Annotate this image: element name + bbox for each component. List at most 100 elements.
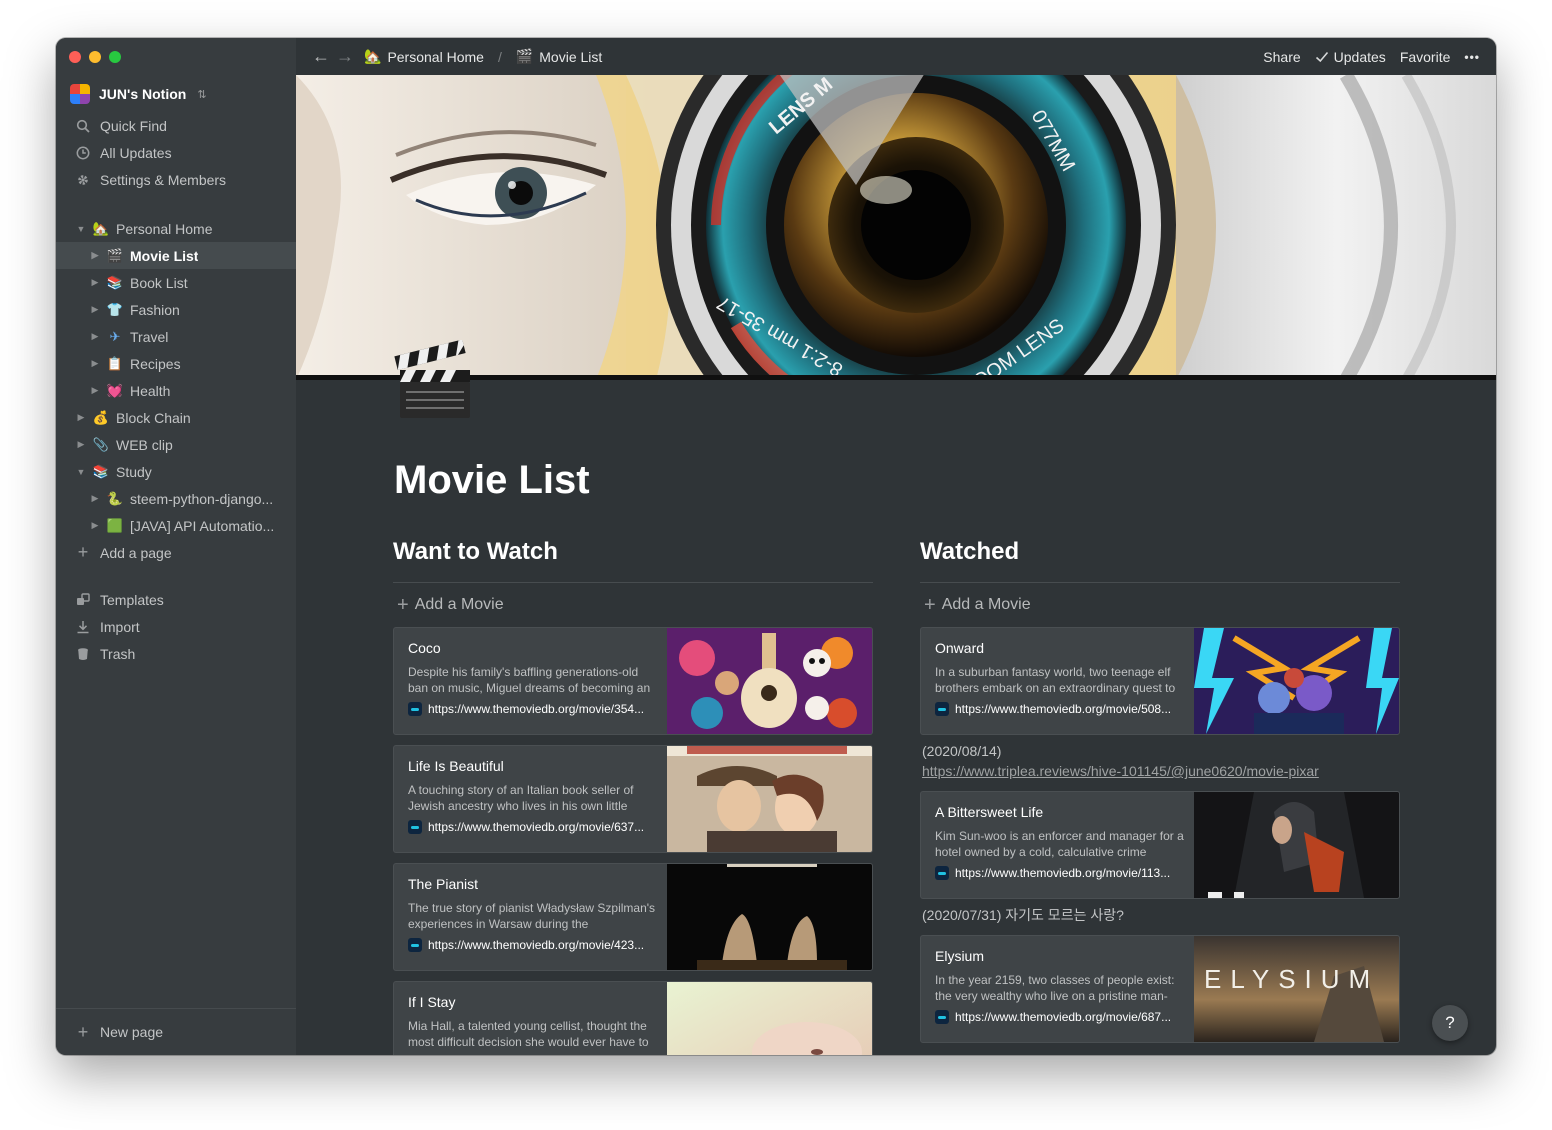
triangle-right-icon[interactable]: ▶ [88, 304, 102, 315]
workspace-icon [70, 84, 90, 104]
sidebar-item-java-api[interactable]: ▶ 🟩 [JAVA] API Automatio... [56, 512, 296, 539]
triangle-down-icon[interactable]: ▼ [74, 467, 88, 477]
share-button[interactable]: Share [1263, 49, 1300, 65]
breadcrumb-item-personal-home[interactable]: Personal Home [387, 49, 484, 65]
sidebar-item-steem-python[interactable]: ▶ 🐍 steem-python-django... [56, 485, 296, 512]
movie-link[interactable]: https://www.themoviedb.org/movie/687... [935, 1010, 1187, 1024]
coco-poster [667, 628, 872, 734]
sidebar-item-movie-list[interactable]: ▶ 🎬 Movie List [56, 242, 296, 269]
sidebar-item-recipes[interactable]: ▶ 📋 Recipes [56, 350, 296, 377]
paperclip-icon: 📎 [92, 436, 110, 452]
movie-description: Kim Sun-woo is an enforcer and manager f… [935, 829, 1184, 859]
sidebar-item-all-updates[interactable]: All Updates [56, 139, 296, 166]
triangle-right-icon[interactable]: ▶ [88, 520, 102, 531]
search-icon [74, 117, 92, 135]
more-options-button[interactable]: ••• [1464, 50, 1480, 64]
airplane-icon: ✈ [109, 328, 121, 344]
favorite-button[interactable]: Favorite [1400, 49, 1451, 65]
movie-card-coco[interactable]: Coco Despite his family's baffling gener… [393, 627, 873, 735]
breadcrumb-item-movie-list[interactable]: Movie List [539, 49, 602, 65]
money-bag-icon: 💰 [92, 409, 110, 425]
movie-description: In a suburban fantasy world, two teenage… [935, 665, 1176, 695]
movie-link[interactable]: https://www.themoviedb.org/movie/113... [935, 866, 1187, 880]
movie-card-life-is-beautiful[interactable]: Life Is Beautiful A touching story of an… [393, 745, 873, 853]
sidebar-item-trash[interactable]: Trash [56, 640, 296, 667]
sidebar-item-study[interactable]: ▼ 📚 Study [56, 458, 296, 485]
sidebar-item-quick-find[interactable]: Quick Find [56, 112, 296, 139]
sidebar-item-settings[interactable]: Settings & Members [56, 166, 296, 193]
breadcrumb-separator: / [497, 48, 502, 65]
movie-link[interactable]: https://www.themoviedb.org/movie/637... [408, 820, 660, 834]
sidebar-item-personal-home[interactable]: ▼ 🏡 Personal Home [56, 215, 296, 242]
sidebar-item-import[interactable]: Import [56, 613, 296, 640]
triangle-right-icon[interactable]: ▶ [88, 358, 102, 369]
house-icon: 🏡 [364, 48, 382, 64]
movie-link[interactable]: https://www.themoviedb.org/movie/508... [935, 702, 1187, 716]
sidebar-item-label: Movie List [130, 247, 199, 264]
watched-heading[interactable]: Watched [920, 538, 1400, 583]
tmdb-icon [408, 820, 422, 834]
python-icon: 🐍 [106, 490, 124, 506]
page-cover-image[interactable]: LENS M 077MM 8-2:1 mm 35-17 ZOOM LENS [296, 75, 1496, 380]
triangle-down-icon[interactable]: ▼ [74, 224, 88, 234]
new-page-button[interactable]: + New page [56, 1008, 296, 1055]
onward-poster [1194, 628, 1399, 734]
elysium-poster: ELYSIUM [1194, 936, 1399, 1042]
triangle-right-icon[interactable]: ▶ [88, 331, 102, 342]
house-icon: 🏡 [92, 220, 110, 236]
forward-arrow-icon[interactable]: → [334, 46, 356, 67]
back-arrow-icon[interactable]: ← [310, 46, 332, 67]
clapperboard-icon[interactable] [394, 339, 474, 420]
movie-title: Elysium [935, 948, 985, 964]
study-icon: 📚 [92, 463, 110, 479]
sidebar-item-travel[interactable]: ▶ ✈ Travel [56, 323, 296, 350]
new-page-label: New page [100, 1024, 164, 1040]
review-link[interactable]: https://www.triplea.reviews/hive-101145/… [922, 761, 1400, 781]
sidebar-item-book-list[interactable]: ▶ 📚 Book List [56, 269, 296, 296]
want-to-watch-heading[interactable]: Want to Watch [393, 538, 873, 583]
movie-title: A Bittersweet Life [935, 804, 1044, 820]
triangle-right-icon[interactable]: ▶ [88, 493, 102, 504]
movie-link[interactable]: https://www.themoviedb.org/movie/423... [408, 938, 660, 952]
movie-card-if-i-stay[interactable]: If I Stay Mia Hall, a talented young cel… [393, 981, 873, 1055]
sidebar-item-templates[interactable]: Templates [56, 586, 296, 613]
triangle-right-icon[interactable]: ▶ [88, 250, 102, 261]
movie-card-a-bittersweet-life[interactable]: A Bittersweet Life Kim Sun-woo is an enf… [920, 791, 1400, 899]
movie-card-elysium[interactable]: Elysium In the year 2159, two classes of… [920, 935, 1400, 1043]
add-movie-button[interactable]: + Add a Movie [393, 583, 873, 627]
updates-button[interactable]: Updates [1315, 49, 1386, 65]
topbar: ← → 🏡 Personal Home / 🎬 Movie List Share… [296, 38, 1496, 75]
minimize-window-button[interactable] [89, 51, 101, 63]
plus-icon: + [924, 593, 936, 616]
app-window: JUN's Notion ⇅ Quick Find All Updates Se… [56, 38, 1496, 1055]
plus-icon: + [397, 593, 409, 616]
elysium-poster-title: ELYSIUM [1204, 964, 1379, 994]
clock-icon [74, 144, 92, 162]
sidebar-item-block-chain[interactable]: ▶ 💰 Block Chain [56, 404, 296, 431]
triangle-right-icon[interactable]: ▶ [74, 412, 88, 423]
movie-link[interactable]: https://www.themoviedb.org/movie/354... [408, 702, 660, 716]
zoom-window-button[interactable] [109, 51, 121, 63]
sidebar-item-health[interactable]: ▶ 💓 Health [56, 377, 296, 404]
sidebar-item-fashion[interactable]: ▶ 👕 Fashion [56, 296, 296, 323]
page-title[interactable]: Movie List [394, 458, 590, 503]
add-page-button[interactable]: + Add a page [56, 539, 296, 566]
add-movie-button[interactable]: + Add a Movie [920, 583, 1400, 627]
movie-card-the-pianist[interactable]: The Pianist The true story of pianist Wł… [393, 863, 873, 971]
movie-link-url: https://www.themoviedb.org/movie/637... [428, 820, 645, 834]
triangle-right-icon[interactable]: ▶ [88, 277, 102, 288]
clapperboard-icon: 🎬 [106, 247, 124, 263]
sidebar-item-label: [JAVA] API Automatio... [130, 517, 275, 534]
sidebar: JUN's Notion ⇅ Quick Find All Updates Se… [56, 38, 296, 1055]
movie-link-url: https://www.themoviedb.org/movie/508... [955, 702, 1172, 716]
sidebar-item-web-clip[interactable]: ▶ 📎 WEB clip [56, 431, 296, 458]
triangle-right-icon[interactable]: ▶ [74, 439, 88, 450]
workspace-switcher[interactable]: JUN's Notion ⇅ [70, 83, 282, 105]
movie-card-onward[interactable]: Onward In a suburban fantasy world, two … [920, 627, 1400, 735]
help-button[interactable]: ? [1432, 1005, 1468, 1041]
close-window-button[interactable] [69, 51, 81, 63]
sidebar-item-label: Book List [130, 274, 188, 291]
sidebar-item-label: Personal Home [116, 220, 213, 237]
triangle-right-icon[interactable]: ▶ [88, 385, 102, 396]
movie-title: If I Stay [408, 994, 456, 1010]
